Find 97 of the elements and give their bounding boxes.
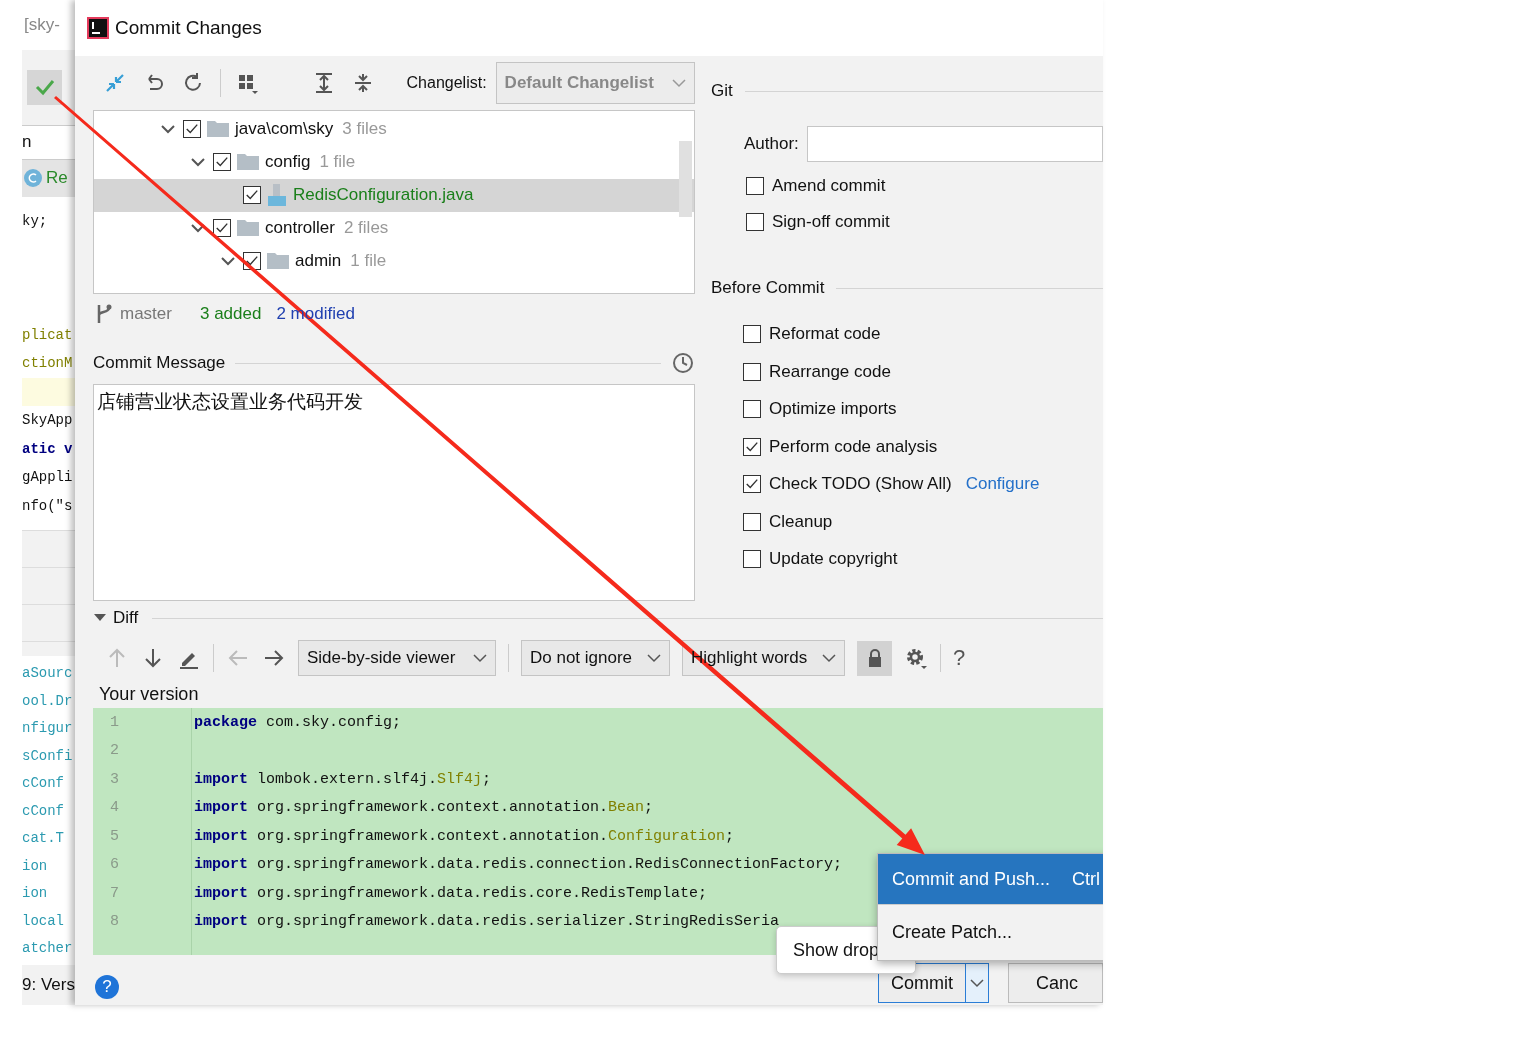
section-title: Before Commit	[711, 278, 825, 298]
window-title: [sky-	[24, 14, 60, 35]
commit-message-label: Commit Message	[93, 353, 226, 374]
app-icon	[87, 17, 109, 39]
folder-icon	[207, 120, 229, 139]
commit-message-field[interactable]: 店铺营业状态设置业务代码开发	[93, 384, 695, 601]
file-count: 2 files	[343, 218, 389, 239]
checkbox[interactable]	[743, 325, 761, 343]
option-label[interactable]: Update copyright	[769, 549, 898, 569]
file-count: 3 files	[342, 119, 387, 140]
checkbox[interactable]	[743, 437, 761, 456]
configure-link[interactable]: Configure	[965, 474, 1040, 494]
code-line: ky;	[22, 212, 49, 232]
code-line: import org.springframework.context.annotation.Bean;	[193, 799, 654, 817]
changelist-label: Changelist:	[406, 73, 487, 92]
settings-icon[interactable]	[904, 646, 928, 670]
commit-check-button[interactable]	[27, 69, 62, 105]
section-title: Git	[711, 81, 733, 101]
checkbox[interactable]	[743, 362, 761, 381]
line-number: 7	[93, 879, 192, 908]
option-label[interactable]: Amend commit	[772, 176, 886, 196]
caret-icon	[473, 653, 487, 663]
lock-icon	[866, 648, 883, 668]
code-line: import org.springframework.context.annotation.Configuration;	[193, 827, 735, 845]
commit-options-button[interactable]	[965, 963, 989, 1003]
checkbox[interactable]	[746, 177, 764, 195]
code-line: import org.springframework.data.redis.core.RedisTemplate;	[193, 884, 708, 902]
caret-icon	[647, 653, 661, 663]
checkbox[interactable]	[213, 153, 231, 172]
code-line: nfo("s	[22, 496, 74, 516]
option-label[interactable]: Cleanup	[769, 511, 833, 532]
dialog-title: Commit Changes	[115, 17, 262, 39]
code-line: atic v	[22, 439, 74, 459]
folder-name[interactable]: admin	[295, 251, 342, 272]
option-label[interactable]: Perform code analysis	[769, 436, 938, 457]
option-label[interactable]: Check TODO (Show All)	[769, 474, 952, 494]
code-line: package com.sky.config;	[193, 713, 402, 731]
author-label: Author:	[744, 134, 799, 154]
checkbox[interactable]	[743, 550, 761, 568]
option-label[interactable]: Rearrange code	[769, 361, 891, 382]
checkbox[interactable]	[213, 219, 231, 238]
option-label[interactable]: Sign-off commit	[772, 212, 890, 232]
code-line: plicat	[22, 325, 74, 345]
checkbox[interactable]	[746, 213, 764, 231]
line-number: 3	[93, 765, 192, 794]
folder-name[interactable]: controller	[265, 218, 335, 239]
line-number: 6	[93, 850, 192, 879]
help-button[interactable]: ?	[95, 975, 119, 999]
line-number: 5	[93, 822, 192, 851]
java-file-icon	[267, 184, 287, 207]
line-number: 8	[93, 907, 192, 936]
line-number: 1	[93, 708, 192, 737]
folder-icon	[237, 153, 259, 172]
viewer-dropdown[interactable]: Side-by-side viewer	[298, 640, 496, 676]
checkbox[interactable]	[743, 475, 761, 493]
line-highlight	[22, 377, 75, 407]
folder-icon	[267, 252, 289, 271]
help-button[interactable]: ?	[953, 645, 966, 671]
clock-icon[interactable]	[671, 351, 695, 376]
file-name[interactable]: RedisConfiguration.java	[293, 185, 474, 206]
collapse-triangle-icon[interactable]	[93, 613, 107, 623]
option-label[interactable]: Reformat code	[769, 324, 881, 344]
caret-icon	[969, 978, 984, 988]
checkbox[interactable]	[743, 400, 761, 418]
folder-name[interactable]: config	[265, 152, 311, 173]
code-line: SkyApp	[22, 411, 74, 431]
code-line: import org.springframework.data.redis.connection.RedisConnectionFactory;	[193, 856, 843, 874]
option-label[interactable]: Optimize imports	[769, 399, 897, 419]
tab-label[interactable]: n	[22, 132, 32, 153]
line-number: 2	[93, 736, 192, 765]
added-count[interactable]: 3 added	[199, 303, 262, 324]
code-line: import lombok.extern.slf4j.Slf4j;	[193, 770, 492, 788]
caret-icon	[822, 653, 836, 663]
lock-button[interactable]	[857, 640, 892, 676]
folder-icon	[237, 219, 259, 238]
checkbox[interactable]	[243, 186, 261, 205]
author-field[interactable]	[806, 126, 1103, 162]
checkbox[interactable]	[183, 120, 201, 139]
version-label: Your version	[99, 684, 199, 705]
check-icon	[745, 477, 759, 491]
file-count: 1 file	[350, 251, 387, 272]
line-number: 4	[93, 793, 192, 822]
menu-item[interactable]: Commit and Push... Ctrl	[878, 854, 1103, 904]
file-count: 1 file	[319, 152, 356, 173]
scrollbar[interactable]	[679, 140, 692, 217]
diff-title[interactable]: Diff	[113, 608, 139, 628]
check-icon	[745, 439, 759, 454]
checkbox[interactable]	[743, 512, 761, 531]
folder-name[interactable]: java\com\sky	[235, 119, 334, 140]
code-line: ctionM	[22, 354, 74, 374]
caret-icon	[672, 77, 686, 88]
cancel-button[interactable]: Canc	[1008, 963, 1103, 1003]
branch-name: master	[120, 303, 172, 324]
class-icon	[24, 169, 42, 188]
branch-icon	[96, 302, 112, 325]
code-line: gAppli	[22, 468, 74, 488]
ignore-dropdown[interactable]: Do not ignore	[521, 640, 670, 676]
